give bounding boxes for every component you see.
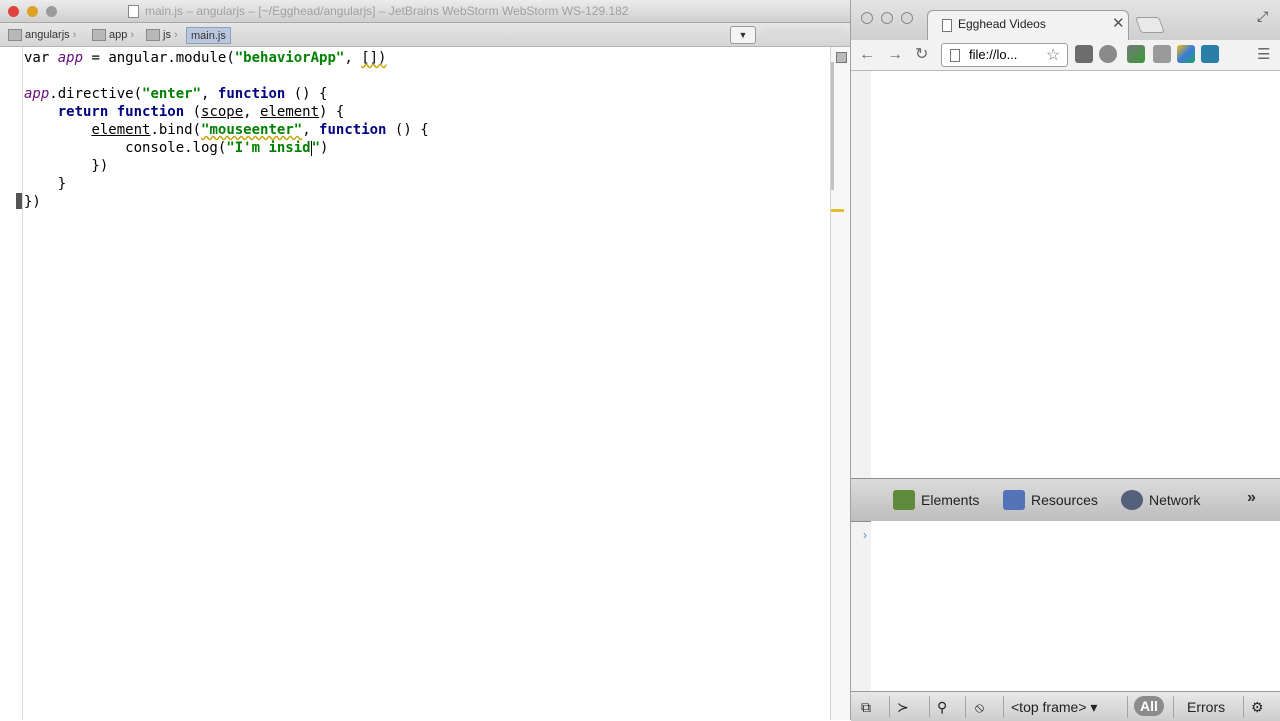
frame-selector[interactable]: <top frame> ▾ [1011, 697, 1097, 717]
navigation-bar: angularjs › app › js › main.js ▼ [0, 23, 850, 47]
breadcrumb-label: app [109, 28, 128, 41]
file-icon [128, 5, 139, 18]
filter-errors-button[interactable]: Errors [1187, 697, 1225, 717]
gear-icon[interactable]: ⚙ [1251, 697, 1264, 717]
forward-arrow-icon[interactable]: → [887, 46, 903, 64]
inspection-status-icon[interactable] [836, 52, 847, 63]
ide-titlebar: main.js – angularjs – [~/Egghead/angular… [0, 0, 850, 23]
eyedropper-extension-icon[interactable] [1127, 45, 1145, 63]
folder-icon [146, 28, 160, 41]
dock-icon[interactable]: ⧉ [861, 697, 871, 717]
tab-strip: Egghead Videos ✕ ⤢ [851, 0, 1280, 41]
devtools-tabbar: Elements Resources Network » [851, 478, 1280, 522]
viewport-left-gutter [851, 71, 871, 720]
google-drive-icon[interactable] [1177, 45, 1195, 63]
breadcrumb-project[interactable]: angularjs › [8, 27, 76, 42]
hamburger-menu-icon[interactable]: ☰ [1257, 46, 1270, 64]
breadcrumb-js[interactable]: js › [146, 27, 178, 42]
extension-icon[interactable] [1201, 45, 1219, 63]
code-editor[interactable]: var app = angular.module("behaviorApp", … [23, 47, 830, 720]
minimize-window-button[interactable] [881, 12, 893, 24]
code-line-3[interactable]: app.directive("enter", function () { [24, 85, 327, 103]
chevron-right-icon: › [130, 28, 135, 41]
network-icon [1121, 490, 1143, 510]
editor-gutter[interactable] [0, 47, 23, 720]
fullscreen-icon[interactable]: ⤢ [1257, 8, 1268, 25]
editor-scrollbar[interactable] [831, 62, 834, 190]
extension-icon[interactable] [1153, 45, 1171, 63]
resources-icon [1003, 490, 1025, 510]
tab-close-icon[interactable]: ✕ [1112, 14, 1125, 32]
tab-title: Egghead Videos [958, 17, 1046, 31]
minimize-window-button[interactable] [27, 6, 38, 17]
more-tabs-icon[interactable]: » [1247, 489, 1256, 507]
folder-icon [92, 28, 106, 41]
brace-match-marker [16, 193, 22, 209]
browser-window: Egghead Videos ✕ ⤢ ← → ↻ file://lo... ☆ … [850, 0, 1280, 721]
ide-window: main.js – angularjs – [~/Egghead/angular… [0, 0, 851, 720]
browser-toolbar: ← → ↻ file://lo... ☆ ☰ [851, 40, 1280, 71]
clear-console-icon[interactable]: ⦸ [975, 697, 984, 717]
filter-all-button[interactable]: All [1134, 696, 1164, 716]
code-line-1[interactable]: var app = angular.module("behaviorApp", … [24, 49, 386, 67]
search-icon[interactable]: ⚲ [937, 697, 947, 717]
bookmark-star-icon[interactable]: ☆ [1046, 45, 1060, 65]
code-line-7[interactable]: }) [24, 157, 108, 175]
code-line-4[interactable]: return function (scope, element) { [24, 103, 345, 121]
tab-label: Resources [1031, 492, 1098, 508]
breadcrumb-label: main.js [191, 29, 226, 42]
pocket-extension-icon[interactable] [1075, 45, 1093, 63]
warning-marker[interactable] [831, 209, 844, 212]
zoom-window-button[interactable] [901, 12, 913, 24]
new-tab-button[interactable] [1135, 17, 1165, 33]
breadcrumb-file[interactable]: main.js [186, 27, 231, 44]
address-text: file://lo... [969, 47, 1018, 62]
back-arrow-icon[interactable]: ← [859, 46, 875, 64]
browser-tab[interactable]: Egghead Videos ✕ [927, 10, 1129, 41]
reload-icon[interactable]: ↻ [915, 46, 928, 64]
tab-label: Elements [921, 492, 980, 508]
code-line-8[interactable]: } [24, 175, 66, 193]
devtools-tab-elements[interactable]: Elements [893, 489, 979, 511]
console-prompt-icon: › [863, 528, 867, 542]
code-line-6[interactable]: console.log("I'm insid") [24, 139, 328, 157]
devtools-statusbar: ⧉ ≻ ⚲ ⦸ <top frame> ▾ All Errors ⚙ [851, 691, 1280, 721]
code-line-5[interactable]: element.bind("mouseenter", function () { [24, 121, 428, 139]
address-bar[interactable]: file://lo... ☆ [941, 43, 1068, 67]
console-drawer-icon[interactable]: ≻ [897, 697, 909, 717]
breadcrumb-app[interactable]: app › [92, 27, 134, 42]
close-window-button[interactable] [861, 12, 873, 24]
breadcrumb-label: angularjs [25, 28, 70, 41]
zoom-window-button[interactable] [46, 6, 57, 17]
document-icon [950, 49, 960, 62]
devtools-tab-resources[interactable]: Resources [1003, 489, 1098, 511]
devtools-console[interactable] [871, 521, 1280, 691]
run-config-dropdown[interactable]: ▼ [730, 26, 756, 44]
document-icon [942, 19, 952, 32]
tab-label: Network [1149, 492, 1201, 508]
devtools-tab-network[interactable]: Network [1121, 489, 1200, 511]
chevron-right-icon: › [173, 28, 178, 41]
elements-icon [893, 490, 915, 510]
breadcrumb-label: js [163, 28, 171, 41]
frame-selector-label: <top frame> [1011, 699, 1087, 715]
extension-icon[interactable] [1099, 45, 1117, 63]
close-window-button[interactable] [8, 6, 19, 17]
chevron-right-icon: › [72, 28, 77, 41]
page-viewport[interactable] [871, 71, 1280, 477]
folder-icon [8, 28, 22, 41]
ide-window-title: main.js – angularjs – [~/Egghead/angular… [145, 4, 629, 18]
code-line-9[interactable]: }) [24, 193, 41, 211]
toolbar-faded-icons [765, 29, 843, 41]
